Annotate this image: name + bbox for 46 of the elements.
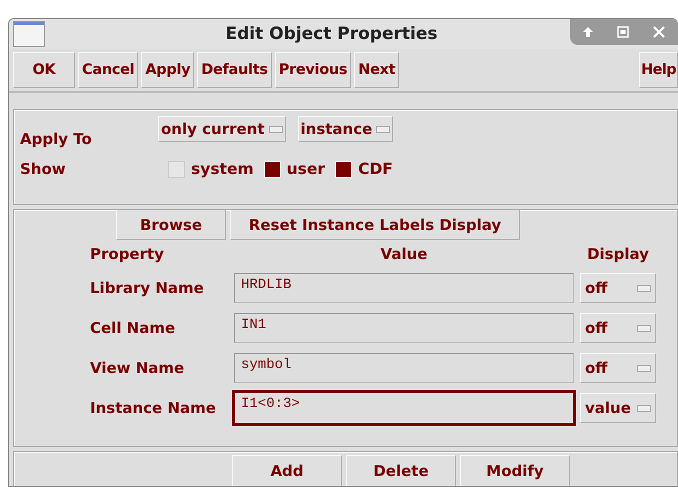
dropdown-indicator-icon	[376, 126, 390, 132]
dropdown-button[interactable]: instance	[298, 116, 394, 142]
dropdown-indicator-icon	[637, 404, 651, 412]
dropdown-button[interactable]: off	[580, 313, 656, 343]
dropdown-indicator-icon	[637, 324, 651, 332]
toolbar-button[interactable]: OK	[13, 52, 75, 88]
dropdown-button[interactable]: off	[580, 353, 656, 383]
toolbar-button[interactable]: Previous	[274, 52, 352, 88]
toolbar-button[interactable]: Next	[354, 52, 400, 88]
property-label: Instance Name	[90, 399, 217, 417]
input-field[interactable]: I1<0:3>	[232, 390, 576, 426]
column-header: Value	[380, 245, 428, 263]
window-title: Edit Object Properties	[224, 24, 438, 44]
up-arrow-icon[interactable]	[582, 26, 594, 38]
toolbar-button[interactable]: Defaults	[197, 52, 272, 88]
action-button[interactable]: Add	[232, 455, 342, 486]
dropdown-button[interactable]: off	[580, 273, 656, 303]
column-header: Property	[90, 245, 165, 263]
checkbox-label: system	[191, 160, 254, 178]
toolbar-button[interactable]: Cancel	[78, 52, 138, 88]
property-label: Cell Name	[90, 319, 176, 337]
input-field[interactable]: HRDLIB	[234, 273, 574, 303]
dropdown-indicator-icon	[637, 364, 651, 372]
field-label: Apply To	[19, 130, 93, 148]
dropdown-indicator-icon	[268, 126, 283, 132]
action-button[interactable]: Reset Instance Labels Display	[230, 210, 520, 240]
field-label: Show	[19, 160, 67, 178]
toolbar-button[interactable]: Apply	[141, 52, 194, 88]
column-header: Display	[586, 245, 650, 263]
checkbox[interactable]	[168, 160, 185, 178]
help-button[interactable]: Help	[639, 52, 678, 88]
dropdown-indicator-icon	[637, 284, 651, 292]
checkbox-label: user	[286, 160, 326, 178]
property-label: View Name	[90, 359, 186, 377]
window-icon	[13, 21, 45, 47]
property-label: Library Name	[90, 279, 205, 297]
close-icon[interactable]	[652, 25, 666, 39]
action-button[interactable]: Modify	[460, 455, 570, 486]
action-button[interactable]: Delete	[346, 455, 456, 486]
checkbox-label: CDF	[358, 160, 393, 178]
dropdown-button[interactable]: value	[580, 393, 656, 423]
dropdown-button[interactable]: only current	[158, 116, 286, 142]
input-field[interactable]: IN1	[234, 313, 574, 343]
action-button[interactable]: Browse	[116, 210, 226, 240]
maximize-icon[interactable]	[616, 26, 629, 38]
input-field[interactable]: symbol	[234, 353, 574, 383]
